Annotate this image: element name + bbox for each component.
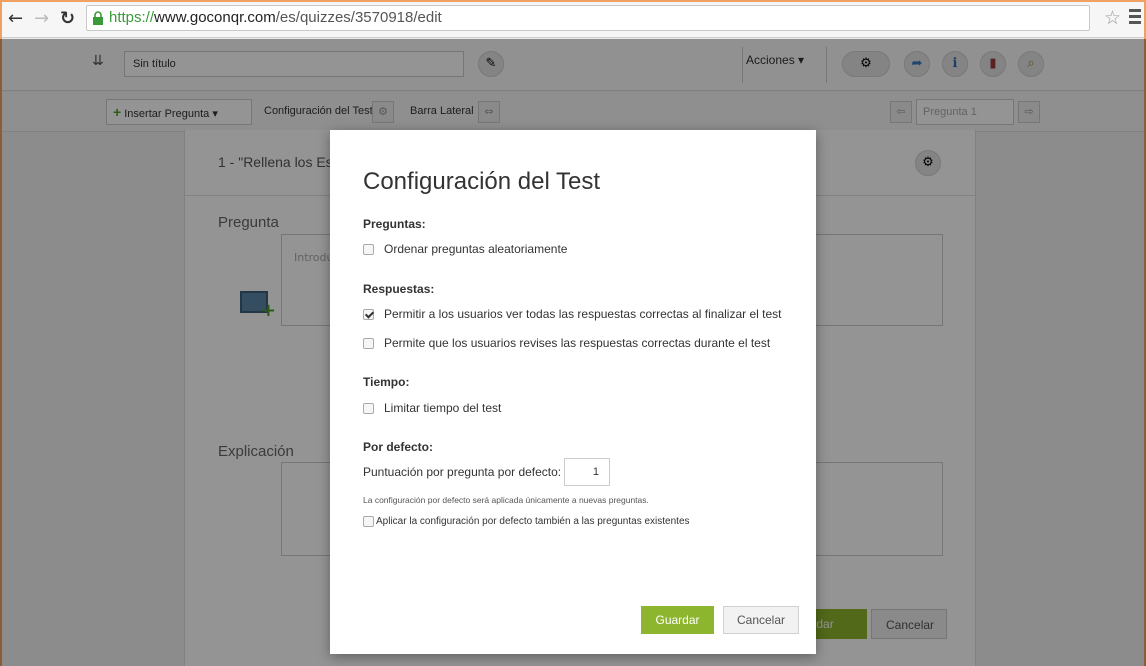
score-input[interactable]: 1 xyxy=(564,458,610,486)
section-answers: Respuestas: xyxy=(363,282,435,296)
show-all-answers-label: Permitir a los usuarios ver todas las re… xyxy=(384,307,782,321)
review-during-checkbox[interactable] xyxy=(363,337,374,349)
option-limit-time[interactable]: Limitar tiempo del test xyxy=(363,401,501,415)
modal-title: Configuración del Test xyxy=(363,168,601,195)
randomize-label: Ordenar preguntas aleatoriamente xyxy=(384,242,568,256)
option-randomize[interactable]: Ordenar preguntas aleatoriamente xyxy=(363,242,567,256)
limit-time-label: Limitar tiempo del test xyxy=(384,401,502,415)
limit-time-checkbox[interactable] xyxy=(363,402,374,414)
save-button[interactable]: Guardar xyxy=(641,606,714,634)
section-defaults: Por defecto: xyxy=(363,440,434,454)
section-questions: Preguntas: xyxy=(363,217,426,231)
apply-existing-checkbox[interactable] xyxy=(363,516,374,527)
apply-existing-label: Aplicar la configuración por defecto tam… xyxy=(376,516,690,527)
option-review-during[interactable]: Permite que los usuarios revises las res… xyxy=(363,336,770,350)
option-show-all-answers[interactable]: Permitir a los usuarios ver todas las re… xyxy=(363,307,782,321)
option-apply-existing[interactable]: Aplicar la configuración por defecto tam… xyxy=(363,516,690,527)
score-label: Puntuación por pregunta por defecto: xyxy=(363,465,562,479)
section-time: Tiempo: xyxy=(363,375,410,389)
show-all-answers-checkbox[interactable] xyxy=(363,308,374,320)
review-during-label: Permite que los usuarios revises las res… xyxy=(384,336,771,350)
cancel-button[interactable]: Cancelar xyxy=(723,606,799,634)
randomize-checkbox[interactable] xyxy=(363,243,374,255)
defaults-note: La configuración por defecto será aplica… xyxy=(363,495,649,505)
test-config-modal: Configuración del Test Preguntas: Ordena… xyxy=(330,130,816,654)
